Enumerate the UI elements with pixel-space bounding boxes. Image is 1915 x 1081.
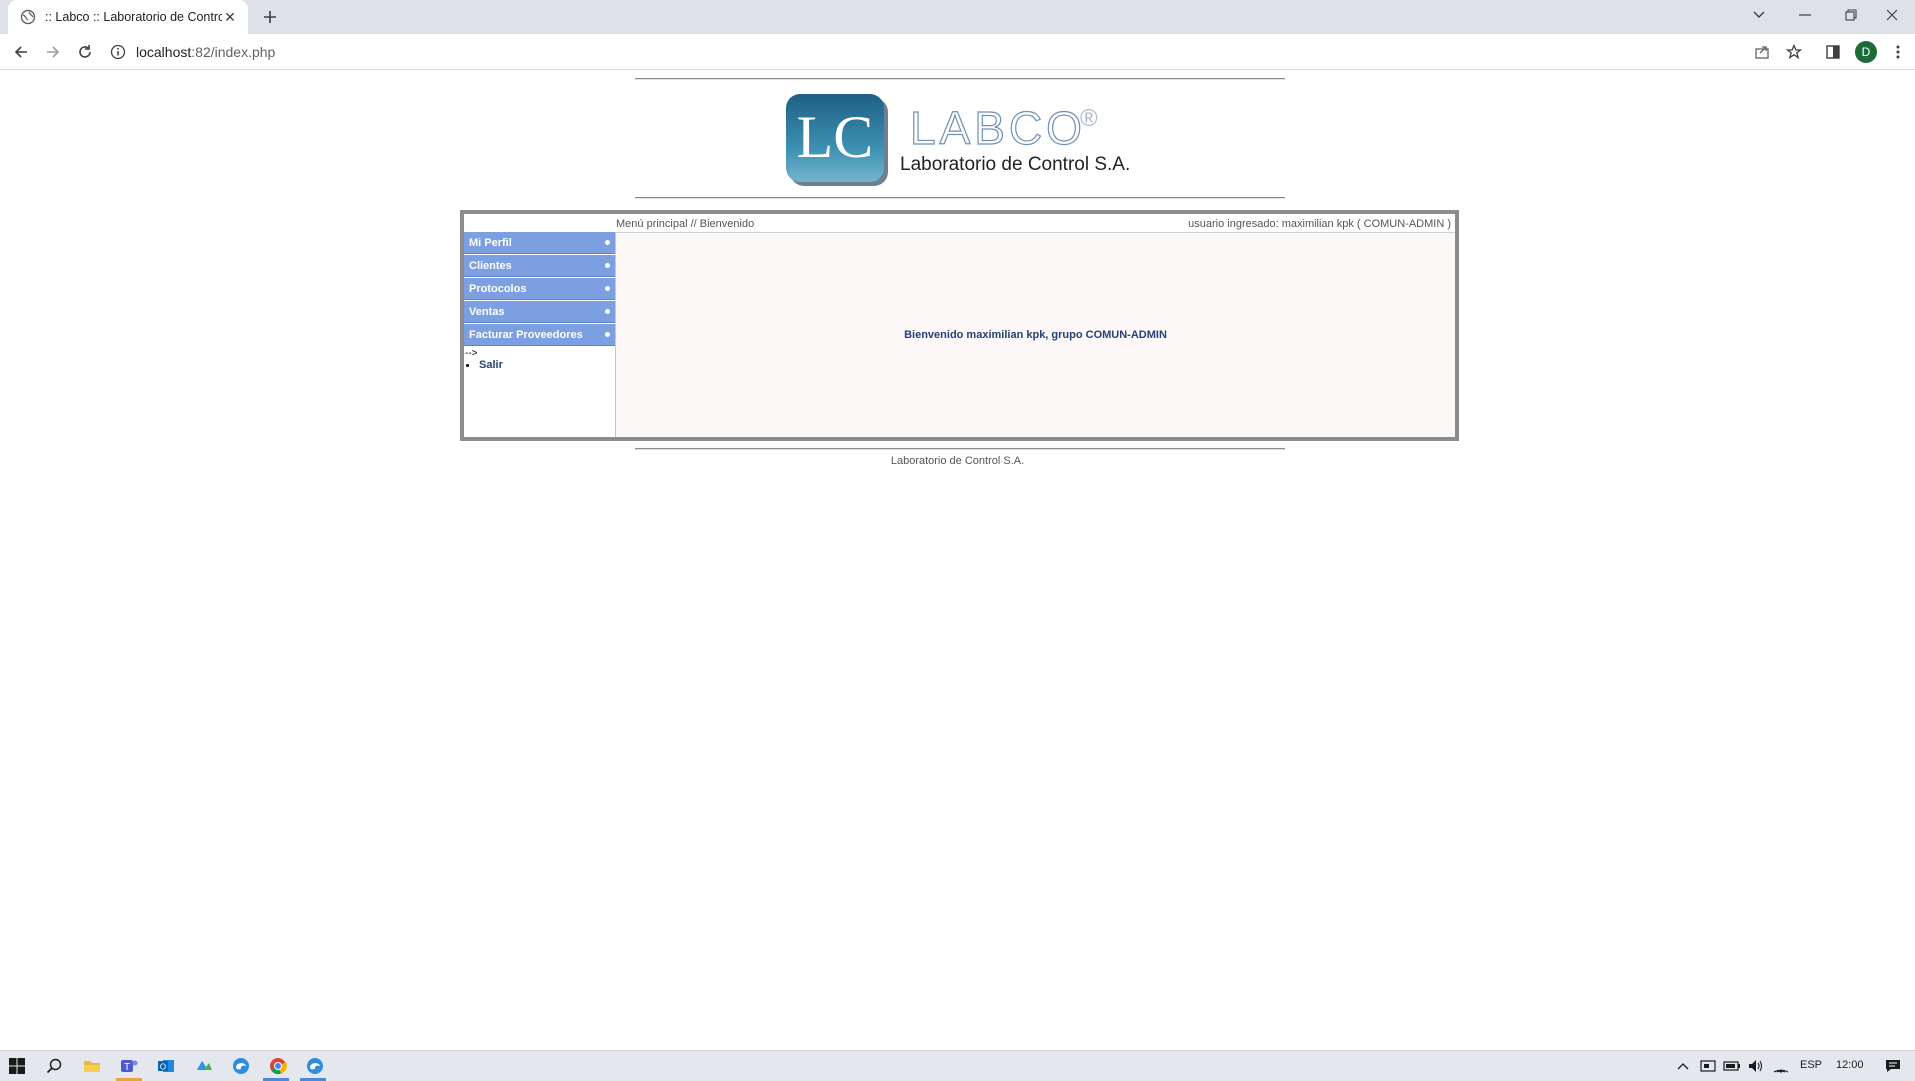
- forward-arrow-icon[interactable]: [42, 41, 64, 63]
- sidebar-menu: Mi Perfil Clientes Protocolos Ventas Fac…: [464, 232, 616, 437]
- brand-subtitle: Laboratorio de Control S.A.: [900, 154, 1131, 175]
- star-icon[interactable]: [1783, 41, 1805, 63]
- list-bullet-icon: [466, 363, 469, 367]
- close-window-icon[interactable]: [1869, 0, 1915, 30]
- profile-avatar[interactable]: D: [1855, 41, 1877, 63]
- sidebar-item-label: Protocolos: [469, 282, 527, 295]
- sidebar-item-protocolos[interactable]: Protocolos: [464, 278, 615, 300]
- reload-icon[interactable]: [74, 41, 96, 63]
- svg-text:T: T: [124, 1062, 130, 1073]
- address-bar[interactable]: localhost:82/index.php: [110, 38, 1790, 66]
- windows-start-icon[interactable]: [6, 1055, 28, 1077]
- sidebar-item-label: Mi Perfil: [469, 236, 512, 249]
- url-path: :82/index.php: [191, 44, 276, 60]
- labco-logo: LC: [785, 93, 895, 189]
- sidebar-item-facturar-proveedores[interactable]: Facturar Proveedores: [464, 324, 615, 346]
- bullet-icon: [605, 286, 610, 291]
- meet-now-icon[interactable]: [1697, 1055, 1719, 1077]
- taskbar: T O ESP 12:00: [0, 1050, 1915, 1081]
- chrome-icon[interactable]: [267, 1055, 289, 1077]
- back-arrow-icon[interactable]: [10, 41, 32, 63]
- minimize-icon[interactable]: [1782, 0, 1828, 30]
- globe-icon: [20, 9, 36, 25]
- wifi-icon[interactable]: [1770, 1055, 1792, 1077]
- welcome-message: Bienvenido maximilian kpk, grupo COMUN-A…: [904, 329, 1167, 341]
- logo-letters: LC: [797, 104, 874, 170]
- bullet-icon: [605, 263, 610, 268]
- side-panel-icon[interactable]: [1822, 41, 1844, 63]
- browser-toolbar: localhost:82/index.php D: [0, 34, 1915, 70]
- header-divider-bottom: [635, 197, 1285, 199]
- edge-icon[interactable]: [230, 1055, 252, 1077]
- sidebar-item-label: Facturar Proveedores: [469, 328, 583, 341]
- svg-text:O: O: [160, 1063, 166, 1072]
- outlook-icon[interactable]: O: [155, 1055, 177, 1077]
- restore-icon[interactable]: [1828, 0, 1874, 30]
- registered-mark: ®: [1080, 105, 1098, 132]
- language-indicator[interactable]: ESP: [1800, 1059, 1822, 1071]
- bullet-icon: [605, 309, 610, 314]
- bullet-icon: [605, 240, 610, 245]
- sidebar-item-ventas[interactable]: Ventas: [464, 301, 615, 323]
- share-icon[interactable]: [1751, 41, 1773, 63]
- page: LC LABCO ® Laboratorio de Control S.A. M…: [0, 71, 1915, 1050]
- logout-item: Salir: [464, 359, 615, 371]
- edge-icon[interactable]: [304, 1055, 326, 1077]
- search-icon[interactable]: [43, 1055, 65, 1077]
- breadcrumb: Menú principal // Bienvenido: [616, 218, 755, 230]
- plus-icon[interactable]: [258, 6, 282, 28]
- stray-comment-text: -->: [465, 348, 478, 359]
- logout-link[interactable]: Salir: [479, 359, 503, 371]
- brand-name: LABCO: [909, 101, 1086, 154]
- pinned-app-icon[interactable]: [193, 1055, 215, 1077]
- browser-tab[interactable]: :: Labco :: Laboratorio de Control ✕: [8, 0, 248, 34]
- taskbar-clock[interactable]: 12:00: [1836, 1059, 1864, 1071]
- close-tab-icon[interactable]: ✕: [222, 9, 238, 25]
- sidebar-item-mi-perfil[interactable]: Mi Perfil: [464, 232, 615, 254]
- teams-icon[interactable]: T: [118, 1055, 140, 1077]
- header-divider-top: [635, 78, 1285, 80]
- main-frame: Menú principal // Bienvenido usuario ing…: [460, 210, 1459, 441]
- footer-divider: [635, 448, 1285, 450]
- battery-icon[interactable]: [1721, 1055, 1743, 1077]
- bullet-icon: [605, 332, 610, 337]
- tab-strip: :: Labco :: Laboratorio de Control ✕: [0, 0, 1915, 34]
- logged-user-info: usuario ingresado: maximilian kpk ( COMU…: [1188, 218, 1451, 230]
- volume-icon[interactable]: [1745, 1055, 1767, 1077]
- url-text[interactable]: localhost:82/index.php: [136, 44, 275, 60]
- file-explorer-icon[interactable]: [81, 1055, 103, 1077]
- content-panel: Bienvenido maximilian kpk, grupo COMUN-A…: [616, 232, 1455, 437]
- info-icon[interactable]: [110, 44, 126, 60]
- tab-search-icon[interactable]: [1736, 0, 1782, 30]
- sidebar-item-label: Clientes: [469, 259, 512, 272]
- page-footer: Laboratorio de Control S.A.: [890, 455, 1025, 467]
- url-host: localhost: [136, 44, 192, 60]
- sidebar-item-clientes[interactable]: Clientes: [464, 255, 615, 277]
- notification-icon[interactable]: [1882, 1055, 1904, 1077]
- sidebar-item-label: Ventas: [469, 305, 505, 318]
- more-menu-icon[interactable]: [1887, 41, 1909, 63]
- tab-title: :: Labco :: Laboratorio de Control: [45, 10, 222, 24]
- chevron-up-icon[interactable]: [1672, 1055, 1694, 1077]
